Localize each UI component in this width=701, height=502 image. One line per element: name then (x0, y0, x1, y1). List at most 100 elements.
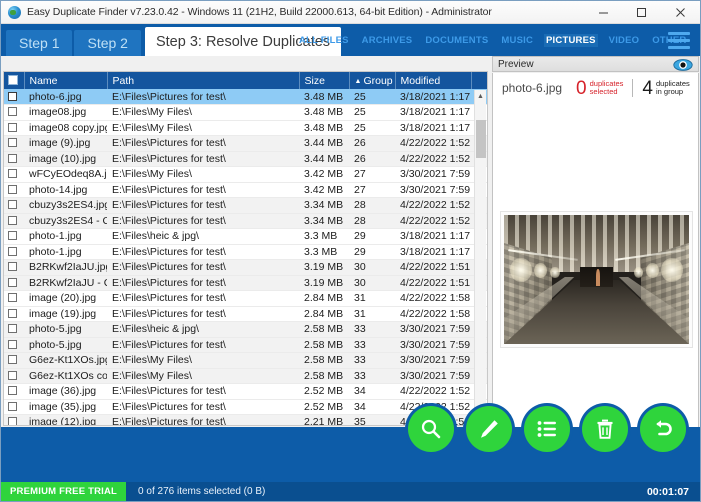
table-row[interactable]: photo-6.jpg E:\Files\Pictures for test\ 3.… (4, 89, 487, 105)
row-checkbox[interactable] (8, 200, 17, 210)
row-checkbox[interactable] (8, 370, 17, 380)
scroll-up-icon[interactable]: ▲ (475, 90, 486, 102)
row-checkbox-cell[interactable] (4, 135, 24, 152)
table-row[interactable]: wFCyEOdeq8A.jpgE:\Files\My Files\3.42 MB… (4, 166, 487, 183)
row-checkbox-cell[interactable] (4, 120, 24, 136)
select-all-header[interactable] (4, 72, 25, 89)
row-checkbox-cell[interactable] (4, 275, 24, 291)
row-checkbox-cell[interactable] (4, 244, 24, 260)
row-checkbox[interactable] (8, 215, 17, 225)
cell-path: E:\Files\Pictures for test\ (107, 399, 299, 415)
row-checkbox-cell[interactable] (4, 399, 24, 415)
row-checkbox-cell[interactable] (4, 89, 24, 105)
row-checkbox-cell[interactable] (4, 306, 24, 322)
delete-button[interactable] (582, 406, 628, 452)
row-checkbox-cell[interactable] (4, 228, 24, 245)
undo-button[interactable] (640, 406, 686, 452)
table-row[interactable]: photo-14.jpg E:\Files\Pictures for test\ 3… (4, 182, 487, 198)
search-button[interactable] (408, 406, 454, 452)
tab-step-1[interactable]: Step 1 (6, 30, 73, 56)
filter-music[interactable]: MUSIC (499, 34, 535, 47)
table-row[interactable]: B2RKwf2IaJU.jpg E:\Files\Pictures for tes… (4, 259, 487, 276)
table-row[interactable]: cbuzy3s2ES4.jpg E:\Files\Pictures for tes… (4, 197, 487, 214)
row-checkbox[interactable] (8, 262, 17, 272)
app-window: Easy Duplicate Finder v7.23.0.42 - Windo… (0, 0, 701, 502)
filter-archives[interactable]: ARCHIVES (360, 34, 415, 47)
table-row[interactable]: image (10).jpg E:\Files\Pictures for test… (4, 151, 487, 167)
premium-trial-badge[interactable]: PREMIUM FREE TRIAL (1, 482, 127, 501)
scrollbar-track[interactable] (475, 102, 486, 413)
maximize-icon[interactable] (622, 1, 660, 24)
list-vertical-scrollbar[interactable]: ▲ ▼ (474, 90, 486, 425)
table-row[interactable]: image08.jpg E:\Files\My Files\ 3.48 MB 25 3/… (4, 104, 487, 121)
table-row[interactable]: G6ez-Kt1XOs.jpg E:\Files\My Files\ 2.58 MB… (4, 352, 487, 369)
table-row[interactable]: photo-1.jpg E:\Files\heic & jpg\ 3.3 MB 29 3… (4, 228, 487, 245)
table-row[interactable]: cbuzy3s2ES4 - Cop...E:\Files\Pictures fo… (4, 213, 487, 229)
column-header-name[interactable]: Name (24, 72, 108, 89)
table-row[interactable]: image (36).jpg E:\Files\Pictures for test… (4, 383, 487, 400)
row-checkbox[interactable] (8, 122, 17, 132)
table-row[interactable]: image08 copy.jpg E:\Files\My Files\ 3.48 M… (4, 120, 487, 136)
row-checkbox[interactable] (8, 324, 17, 334)
row-checkbox[interactable] (8, 184, 17, 194)
hamburger-menu-icon[interactable] (668, 32, 690, 49)
table-row[interactable]: image (19).jpg E:\Files\Pictures for test… (4, 306, 487, 322)
select-all-checkbox[interactable] (8, 74, 18, 85)
table-row[interactable]: G6ez-Kt1XOs copy.j...E:\Files\My Files\2… (4, 368, 487, 384)
row-checkbox-cell[interactable] (4, 321, 24, 338)
table-row[interactable]: photo-5.jpg E:\Files\Pictures for test\ 2.… (4, 337, 487, 353)
row-checkbox[interactable] (8, 91, 17, 101)
column-header-group[interactable]: ▲ Group (349, 72, 396, 89)
edit-button[interactable] (466, 406, 512, 452)
table-row[interactable]: B2RKwf2IaJU - Cop...E:\Files\Pictures fo… (4, 275, 487, 291)
row-checkbox-cell[interactable] (4, 290, 24, 307)
row-checkbox-cell[interactable] (4, 166, 24, 183)
filter-documents[interactable]: DOCUMENTS (423, 34, 490, 47)
cell-size: 2.52 MB (299, 383, 349, 400)
row-checkbox-cell[interactable] (4, 337, 24, 353)
row-checkbox-cell[interactable] (4, 368, 24, 384)
row-checkbox[interactable] (8, 277, 17, 287)
tab-step-2[interactable]: Step 2 (74, 30, 141, 56)
table-row[interactable]: photo-1.jpg E:\Files\Pictures for test\ 3.… (4, 244, 487, 260)
row-checkbox[interactable] (8, 308, 17, 318)
row-checkbox-cell[interactable] (4, 259, 24, 276)
table-row[interactable]: image (9).jpg E:\Files\Pictures for test\… (4, 135, 487, 152)
row-checkbox[interactable] (8, 339, 17, 349)
row-checkbox[interactable] (8, 417, 17, 425)
row-checkbox-cell[interactable] (4, 383, 24, 400)
row-checkbox-cell[interactable] (4, 213, 24, 229)
row-checkbox-cell[interactable] (4, 352, 24, 369)
table-row[interactable]: photo-5.jpg E:\Files\heic & jpg\ 2.58 MB 33… (4, 321, 487, 338)
minimize-icon[interactable] (584, 1, 622, 24)
row-checkbox-cell[interactable] (4, 182, 24, 198)
row-checkbox-cell[interactable] (4, 151, 24, 167)
row-checkbox[interactable] (8, 169, 17, 179)
row-checkbox[interactable] (8, 231, 17, 241)
eye-icon[interactable] (672, 58, 694, 71)
filter-pictures[interactable]: PICTURES (544, 33, 598, 47)
row-checkbox[interactable] (8, 138, 17, 148)
preview-image[interactable] (504, 215, 689, 344)
row-checkbox-cell[interactable] (4, 414, 24, 425)
row-checkbox[interactable] (8, 246, 17, 256)
row-checkbox[interactable] (8, 355, 17, 365)
row-checkbox[interactable] (8, 401, 17, 411)
scrollbar-thumb[interactable] (476, 120, 486, 158)
table-row[interactable]: image (20).jpg E:\Files\Pictures for test… (4, 290, 487, 307)
row-checkbox[interactable] (8, 153, 17, 163)
column-header-size[interactable]: Size (299, 72, 350, 89)
row-checkbox[interactable] (8, 107, 17, 117)
preview-image-frame (501, 212, 692, 347)
column-header-path[interactable]: Path (107, 72, 300, 89)
filter-all-files[interactable]: ALL FILES (297, 34, 351, 47)
row-checkbox[interactable] (8, 293, 17, 303)
close-icon[interactable] (660, 1, 700, 24)
selection-status-text: 0 of 276 items selected (0 B) (138, 486, 266, 497)
row-checkbox[interactable] (8, 386, 17, 396)
column-header-modified[interactable]: Modified (395, 72, 472, 89)
filter-video[interactable]: VIDEO (607, 34, 642, 47)
row-checkbox-cell[interactable] (4, 104, 24, 121)
list-button[interactable] (524, 406, 570, 452)
row-checkbox-cell[interactable] (4, 197, 24, 214)
